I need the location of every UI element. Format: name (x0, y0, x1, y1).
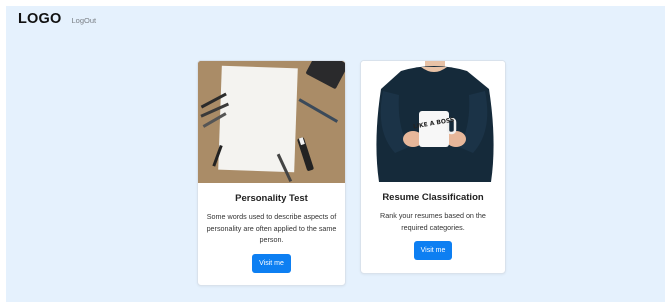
visit-me-button[interactable]: Visit me (413, 241, 453, 260)
visit-me-button[interactable]: Visit me (252, 253, 291, 273)
card-resume-classification: LIKE A BOSS Resume Classification Rank y… (360, 60, 506, 274)
card-body: Personality Test Some words used to desc… (198, 193, 345, 273)
card-title: Resume Classification (382, 192, 484, 203)
card-title: Personality Test (235, 193, 308, 204)
card-description: Rank your resumes based on the required … (380, 211, 486, 232)
card-image-desk (198, 61, 345, 183)
card-description: Some words used to describe aspects of p… (206, 212, 337, 244)
logout-link[interactable]: LogOut (72, 16, 97, 25)
desk-paper-illustration (198, 61, 345, 183)
navbar: LOGO LogOut (18, 11, 96, 31)
logo[interactable]: LOGO (18, 11, 62, 27)
card-body: Resume Classification Rank your resumes … (361, 192, 505, 260)
card-image-mug: LIKE A BOSS (361, 61, 505, 182)
card-personality-test: Personality Test Some words used to desc… (197, 60, 346, 286)
person-holding-mug-illustration: LIKE A BOSS (361, 61, 505, 182)
page-background: LOGO LogOut Personality Test Some words … (6, 6, 665, 302)
